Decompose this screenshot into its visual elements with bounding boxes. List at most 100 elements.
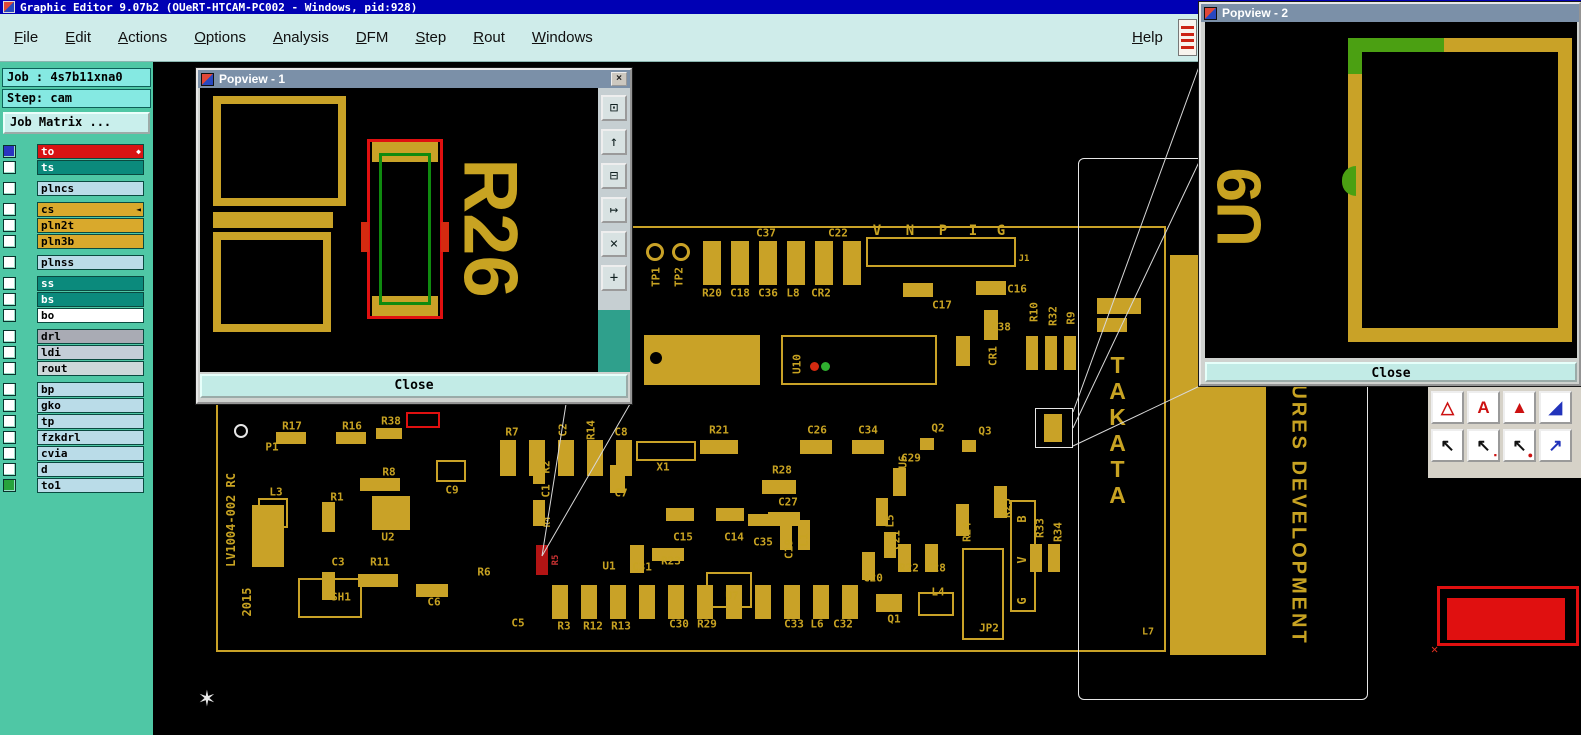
layer-row-pln2t[interactable]: pln2t	[0, 218, 153, 233]
layer-name[interactable]: fzkdrl	[37, 430, 144, 445]
layer-name[interactable]: plnss	[37, 255, 144, 270]
menu-dfm[interactable]: DFM	[356, 29, 389, 46]
layer-name[interactable]: to ◆	[37, 144, 144, 159]
layer-visibility-checkbox[interactable]	[3, 330, 16, 343]
layer-name[interactable]: plncs	[37, 181, 144, 196]
pointer-alt-tool-button[interactable]: ↗	[1539, 429, 1572, 462]
menu-file[interactable]: File	[14, 29, 38, 46]
zoom-out-icon[interactable]: ⊟	[601, 163, 627, 189]
layer-name[interactable]: cvia	[37, 446, 144, 461]
layer-visibility-checkbox[interactable]	[3, 399, 16, 412]
layer-visibility-checkbox[interactable]	[3, 277, 16, 290]
triangle-tool-button[interactable]: △	[1431, 391, 1464, 424]
layer-row-cvia[interactable]: cvia	[0, 446, 153, 461]
layer-visibility-checkbox[interactable]	[3, 479, 16, 492]
menu-handle-icon[interactable]	[1178, 19, 1197, 56]
text-a-tool-button[interactable]: A	[1467, 391, 1500, 424]
layer-visibility-checkbox[interactable]	[3, 463, 16, 476]
sidebar: Job : 4s7b11xna0 Step: cam Job Matrix ..…	[0, 62, 153, 735]
layer-visibility-checkbox[interactable]	[3, 293, 16, 306]
popview-1-scroll-strip[interactable]	[598, 310, 630, 372]
layer-name[interactable]: gko	[37, 398, 144, 413]
popview-2-close-button[interactable]: Close	[1205, 362, 1577, 382]
layer-row-to1[interactable]: to1	[0, 478, 153, 493]
popview-2-canvas[interactable]: U9	[1205, 22, 1577, 358]
layer-name[interactable]: bo	[37, 308, 144, 323]
layer-row-ldi[interactable]: ldi	[0, 345, 153, 360]
popview-1-canvas[interactable]: R26	[200, 88, 598, 372]
highlight-fill	[1447, 598, 1565, 640]
menu-step[interactable]: Step	[415, 29, 446, 46]
menu-windows[interactable]: Windows	[532, 29, 593, 46]
board-label: U9	[1205, 167, 1275, 247]
layer-visibility-checkbox[interactable]	[3, 219, 16, 232]
layer-visibility-checkbox[interactable]	[3, 346, 16, 359]
layer-name[interactable]: ts	[37, 160, 144, 175]
layer-name[interactable]: ss	[37, 276, 144, 291]
layer-visibility-checkbox[interactable]	[3, 235, 16, 248]
layer-visibility-checkbox[interactable]	[3, 145, 16, 158]
layer-name[interactable]: bp	[37, 382, 144, 397]
pointer-select-tool-button[interactable]: ↖ ▪	[1467, 429, 1500, 462]
layer-row-rout[interactable]: rout	[0, 361, 153, 376]
layer-row-bp[interactable]: bp	[0, 382, 153, 397]
pan-icon[interactable]: +	[601, 265, 627, 291]
layer-visibility-checkbox[interactable]	[3, 161, 16, 174]
menu-items: File Edit Actions Options Analysis DFM Step Rou…	[14, 29, 620, 46]
move-up-icon[interactable]: ↑	[601, 129, 627, 155]
popview-2-titlebar[interactable]: Popview - 2	[1201, 4, 1579, 22]
layer-name[interactable]: to1	[37, 478, 144, 493]
layer-row-drl[interactable]: drl	[0, 329, 153, 344]
layer-row-to[interactable]: to ◆	[0, 144, 153, 159]
move-right-icon[interactable]: ↦	[601, 197, 627, 223]
layer-name[interactable]: ldi	[37, 345, 144, 360]
layer-row-pln3b[interactable]: pln3b	[0, 234, 153, 249]
layer-visibility-checkbox[interactable]	[3, 447, 16, 460]
spotlight-panel: ✕	[1428, 478, 1581, 735]
solid-triangle-tool-button[interactable]: ▲	[1503, 391, 1536, 424]
close-icon[interactable]: ×	[611, 72, 627, 86]
menu-help[interactable]: Help	[1132, 14, 1163, 61]
menu-actions[interactable]: Actions	[118, 29, 167, 46]
triangle-alt-tool-button[interactable]: ◢	[1539, 391, 1572, 424]
layer-name[interactable]: pln2t	[37, 218, 144, 233]
layer-visibility-checkbox[interactable]	[3, 203, 16, 216]
layer-visibility-checkbox[interactable]	[3, 362, 16, 375]
layer-visibility-checkbox[interactable]	[3, 256, 16, 269]
layer-row-plncs[interactable]: plncs	[0, 181, 153, 196]
layer-row-cs[interactable]: cs ◄	[0, 202, 153, 217]
layer-row-d[interactable]: d	[0, 462, 153, 477]
layer-row-ss[interactable]: ss	[0, 276, 153, 291]
menu-edit[interactable]: Edit	[65, 29, 91, 46]
layer-row-gko[interactable]: gko	[0, 398, 153, 413]
pointer-tool-button[interactable]: ↖	[1431, 429, 1464, 462]
layer-name[interactable]: pln3b	[37, 234, 144, 249]
menu-options[interactable]: Options	[194, 29, 246, 46]
layer-row-bo[interactable]: bo	[0, 308, 153, 323]
layer-name[interactable]: tp	[37, 414, 144, 429]
layer-name[interactable]: d	[37, 462, 144, 477]
layer-visibility-checkbox[interactable]	[3, 309, 16, 322]
menubar: File Edit Actions Options Analysis DFM Step Rou…	[0, 14, 1199, 62]
menu-analysis[interactable]: Analysis	[273, 29, 329, 46]
layer-name[interactable]: cs ◄	[37, 202, 144, 217]
layer-row-ts[interactable]: ts	[0, 160, 153, 175]
layer-row-fzkdrl[interactable]: fzkdrl	[0, 430, 153, 445]
layer-name[interactable]: drl	[37, 329, 144, 344]
layer-visibility-checkbox[interactable]	[3, 182, 16, 195]
zoom-area-icon[interactable]: ×	[601, 231, 627, 257]
layer-name[interactable]: bs	[37, 292, 144, 307]
popview-1-close-button[interactable]: Close	[200, 374, 628, 398]
layer-row-bs[interactable]: bs	[0, 292, 153, 307]
menu-rout[interactable]: Rout	[473, 29, 505, 46]
popview-1-titlebar[interactable]: Popview - 1 ×	[198, 70, 630, 88]
layer-row-tp[interactable]: tp	[0, 414, 153, 429]
layer-visibility-checkbox[interactable]	[3, 383, 16, 396]
detach-view-icon[interactable]: ⊡	[601, 95, 627, 121]
layer-visibility-checkbox[interactable]	[3, 415, 16, 428]
layer-row-plnss[interactable]: plnss	[0, 255, 153, 270]
pointer-circle-tool-button[interactable]: ↖ ●	[1503, 429, 1536, 462]
layer-name[interactable]: rout	[37, 361, 144, 376]
layer-visibility-checkbox[interactable]	[3, 431, 16, 444]
job-matrix-button[interactable]: Job Matrix ...	[3, 112, 150, 134]
